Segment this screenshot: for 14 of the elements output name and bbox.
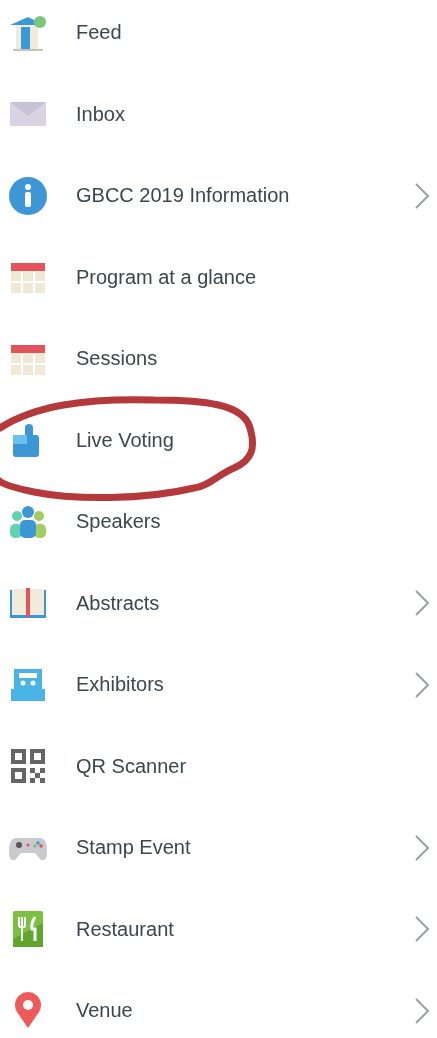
menu-item[interactable]: Program at a glance bbox=[76, 265, 432, 289]
menu-item[interactable]: Venue bbox=[76, 999, 412, 1023]
info-icon bbox=[8, 175, 48, 216]
menu-item[interactable]: QR Scanner bbox=[76, 754, 432, 778]
menu-item[interactable]: Stamp Event bbox=[76, 836, 412, 860]
menu-item[interactable]: Feed bbox=[76, 21, 432, 45]
menu-item[interactable]: Exhibitors bbox=[76, 673, 412, 697]
menu-item[interactable]: Restaurant bbox=[76, 917, 412, 941]
menu-item[interactable]: GBCC 2019 Information bbox=[76, 184, 412, 208]
menu-item[interactable]: Inbox bbox=[76, 102, 432, 126]
menu-item[interactable]: Live Voting bbox=[76, 428, 432, 452]
menu-item[interactable]: Speakers bbox=[76, 510, 432, 534]
menu-item[interactable]: Sessions bbox=[76, 347, 432, 371]
menu-item[interactable]: Abstracts bbox=[76, 591, 412, 615]
